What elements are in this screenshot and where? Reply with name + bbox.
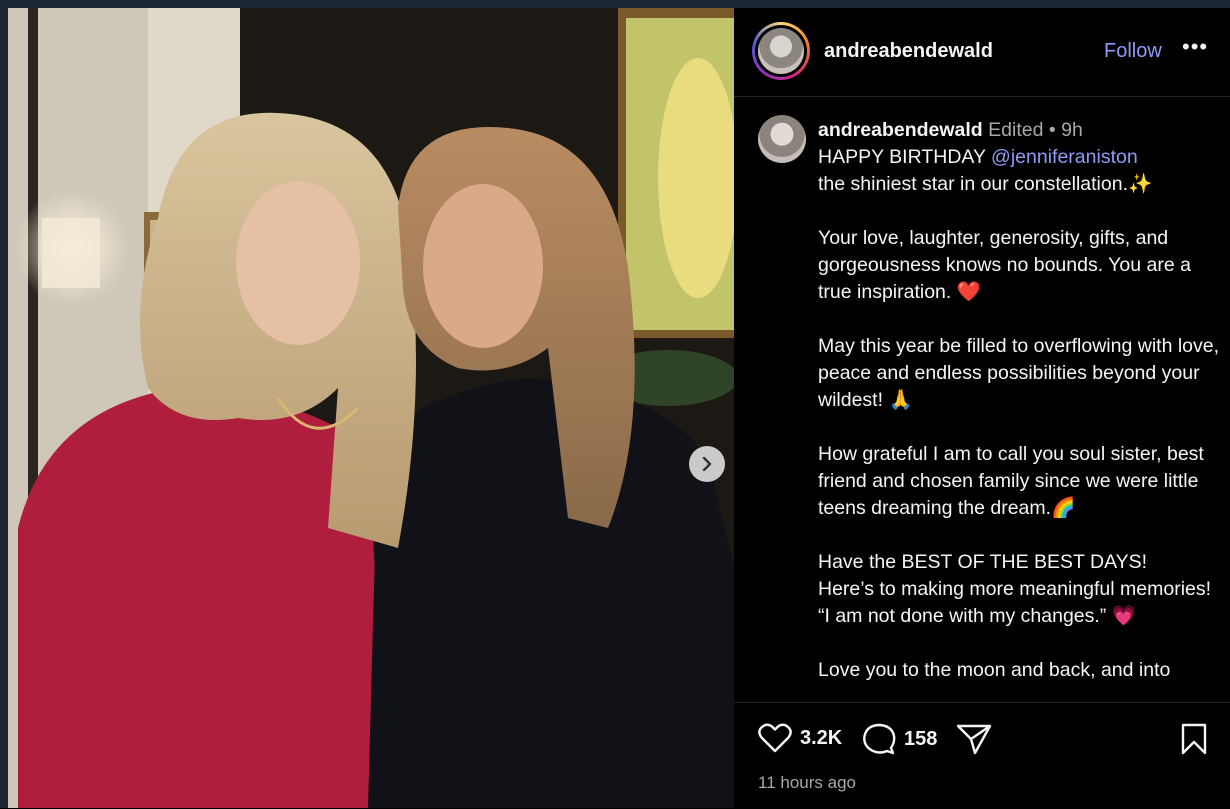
caption-paragraph: Your love, laughter, generosity, gifts, … — [818, 227, 1191, 303]
save-button[interactable] — [1180, 723, 1208, 755]
comment-button[interactable]: 158 — [862, 723, 937, 755]
photo-illustration — [8, 8, 734, 808]
heart-icon — [758, 723, 792, 753]
like-count[interactable]: 3.2K — [800, 727, 842, 750]
caption-line: Here’s to making more meaningful memorie… — [818, 578, 1212, 600]
author-avatar[interactable] — [752, 22, 810, 80]
like-button[interactable]: 3.2K — [758, 723, 842, 753]
caption-paragraph: How grateful I am to call you soul siste… — [818, 443, 1204, 519]
post-timestamp: 11 hours ago — [758, 773, 856, 792]
share-icon — [956, 724, 992, 755]
caption-avatar[interactable] — [758, 115, 806, 163]
more-options-icon[interactable]: ••• — [1182, 34, 1208, 60]
caption-line: HAPPY BIRTHDAY @jenniferaniston — [818, 144, 1223, 171]
share-button[interactable] — [956, 723, 992, 755]
author-username[interactable]: andreabendewald — [824, 40, 993, 63]
caption-line: “I am not done with my changes.” 💗 — [818, 605, 1136, 627]
follow-button[interactable]: Follow — [1104, 40, 1162, 63]
caption-paragraph: Love you to the moon and back, and into — [818, 659, 1171, 681]
caption-scroll-area[interactable]: andreabendewald Edited • 9h HAPPY BIRTHD… — [734, 97, 1230, 701]
avatar-image — [758, 28, 804, 74]
edited-label: Edited — [988, 119, 1044, 141]
caption-paragraph: May this year be filled to overflowing w… — [818, 335, 1220, 411]
comment-icon — [863, 723, 896, 755]
mention-link[interactable]: @jenniferaniston — [991, 146, 1138, 168]
next-photo-button[interactable] — [689, 446, 725, 482]
post-age: 9h — [1061, 119, 1083, 141]
caption-username[interactable]: andreabendewald — [818, 119, 983, 141]
chevron-right-icon — [702, 457, 712, 471]
post-details-pane: andreabendewald Follow ••• andreabendewa… — [734, 8, 1230, 808]
caption-text: andreabendewald Edited • 9h HAPPY BIRTHD… — [818, 117, 1223, 684]
caption-line: Have the BEST OF THE BEST DAYS! — [818, 551, 1148, 573]
meta-separator: • — [1043, 119, 1062, 141]
action-bar: 3.2K 158 11 hours ago — [734, 702, 1230, 809]
bookmark-icon — [1181, 723, 1207, 755]
caption-line1-prefix: HAPPY BIRTHDAY — [818, 146, 992, 168]
caption-line: the shiniest star in our constellation.✨ — [818, 173, 1153, 195]
post-header: andreabendewald Follow ••• — [734, 8, 1230, 97]
caption-first-line: andreabendewald Edited • 9h — [818, 117, 1223, 144]
comment-count[interactable]: 158 — [904, 728, 937, 751]
post-photo[interactable] — [8, 8, 734, 808]
